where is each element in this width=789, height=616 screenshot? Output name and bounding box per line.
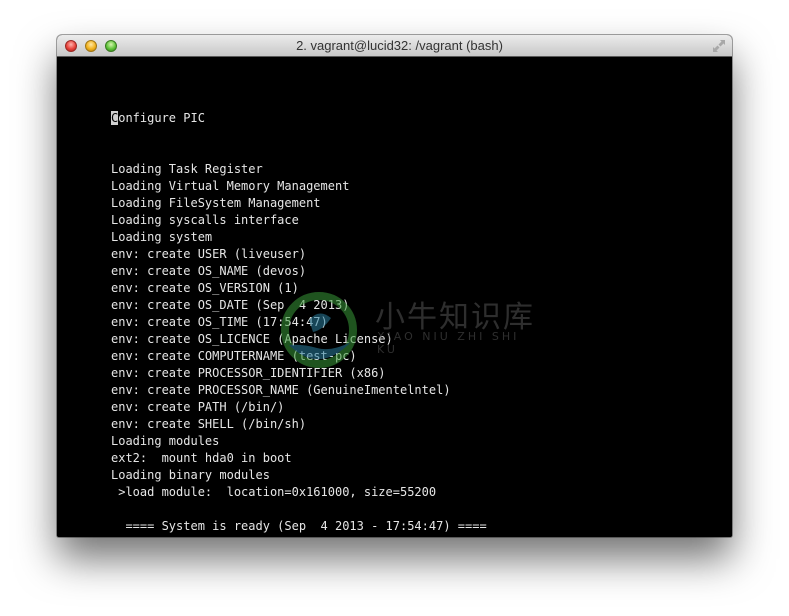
terminal-line: Loading Task Register (111, 162, 263, 176)
terminal-output[interactable]: Configure PIC Loading Task Register Loadi… (57, 57, 732, 537)
terminal-line: env: create OS_VERSION (1) (111, 281, 299, 295)
fullscreen-arrows-icon[interactable] (712, 39, 726, 53)
terminal-line: >load module: location=0x161000, size=55… (111, 485, 437, 499)
terminal-line: ext2: mount hda0 in boot (111, 451, 292, 465)
terminal-line: env: create PROCESSOR_NAME (GenuineIment… (111, 383, 451, 397)
title-bar[interactable]: 2. vagrant@lucid32: /vagrant (bash) (57, 35, 732, 57)
terminal-line: Loading system (111, 230, 213, 244)
terminal-line: Configure PIC (111, 111, 205, 125)
terminal-line: Loading FileSystem Management (111, 196, 321, 210)
terminal-line: env: create OS_LICENCE (Apache License) (111, 332, 393, 346)
terminal-window: 2. vagrant@lucid32: /vagrant (bash) Conf… (57, 35, 732, 537)
terminal-line: env: create OS_TIME (17:54:47) (111, 315, 328, 329)
terminal-line: env: create USER (liveuser) (111, 247, 307, 261)
terminal-line: env: create OS_DATE (Sep 4 2013) (111, 298, 350, 312)
terminal-line: env: create PATH (/bin/) (111, 400, 285, 414)
window-title: 2. vagrant@lucid32: /vagrant (bash) (296, 38, 503, 53)
terminal-line: Loading modules (111, 434, 220, 448)
terminal-line: env: create SHELL (/bin/sh) (111, 417, 307, 431)
terminal-line: env: create OS_NAME (devos) (111, 264, 307, 278)
terminal-line: hello world ! (111, 535, 487, 537)
terminal-lines: Configure PIC Loading Task Register Loadi… (111, 76, 487, 537)
terminal-line: env: create COMPUTERNAME (test-pc) (111, 349, 357, 363)
terminal-line: env: create PROCESSOR_IDENTIFIER (x86) (111, 366, 386, 380)
terminal-line: Loading Virtual Memory Management (111, 179, 350, 193)
terminal-line: Loading binary modules (111, 468, 270, 482)
terminal-line: ==== System is ready (Sep 4 2013 - 17:54… (111, 519, 487, 533)
terminal-line: Loading syscalls interface (111, 213, 299, 227)
